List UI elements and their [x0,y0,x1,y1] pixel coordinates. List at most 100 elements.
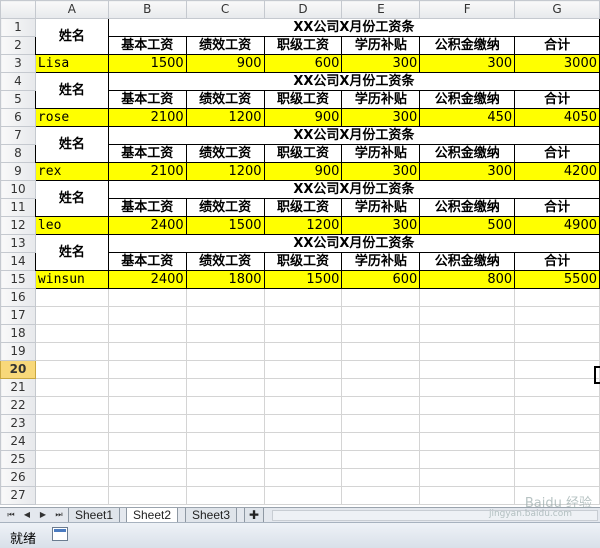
cell-table[interactable]: A B C D E F G 1 姓名 XX公司X月份工资条 2 基本工资 绩效工资 职级工资 学历补贴 公积金… [0,0,600,505]
salary-value-cell[interactable]: 900 [263,108,343,127]
row-header-8[interactable]: 8 [0,144,36,163]
row-header-21[interactable]: 21 [0,378,36,397]
empty-cell[interactable] [107,432,187,451]
first-sheet-button[interactable]: ⏮ [4,509,18,521]
column-label-cell[interactable]: 合计 [514,144,600,163]
employee-name-cell[interactable]: rose [34,108,109,127]
empty-cell[interactable] [263,360,343,379]
empty-cell[interactable] [263,342,343,361]
salary-value-cell[interactable]: 2400 [107,216,187,235]
row-header-13[interactable]: 13 [0,234,36,253]
salary-value-cell[interactable]: 4200 [514,162,600,181]
empty-cell[interactable] [185,396,265,415]
column-label-cell[interactable]: 职级工资 [263,198,343,217]
empty-cell[interactable] [263,306,343,325]
row-header-7[interactable]: 7 [0,126,36,145]
empty-cell[interactable] [185,360,265,379]
record-macro-icon[interactable] [52,527,68,541]
empty-cell[interactable] [107,288,187,307]
row-header-3[interactable]: 3 [0,54,36,73]
empty-cell[interactable] [263,468,343,487]
empty-cell[interactable] [107,378,187,397]
empty-cell[interactable] [107,360,187,379]
salary-value-cell[interactable]: 4900 [514,216,600,235]
empty-cell[interactable] [341,450,421,469]
empty-cell[interactable] [341,468,421,487]
empty-cell[interactable] [514,306,600,325]
column-header-F[interactable]: F [419,0,516,19]
salary-value-cell[interactable]: 1200 [185,162,265,181]
row-header-9[interactable]: 9 [0,162,36,181]
empty-cell[interactable] [419,306,516,325]
empty-cell[interactable] [419,468,516,487]
empty-cell[interactable] [514,360,600,379]
row-header-17[interactable]: 17 [0,306,36,325]
insert-sheet-icon[interactable]: ✚ [244,508,265,523]
tab-sheet2[interactable]: Sheet2 [126,508,179,523]
empty-cell[interactable] [263,414,343,433]
empty-cell[interactable] [341,306,421,325]
column-label-cell[interactable]: 基本工资 [107,144,187,163]
salary-value-cell[interactable]: 600 [341,270,421,289]
empty-cell[interactable] [107,468,187,487]
row-header-11[interactable]: 11 [0,198,36,217]
column-label-cell[interactable]: 公积金缴纳 [419,36,516,55]
salary-value-cell[interactable]: 600 [263,54,343,73]
empty-cell[interactable] [185,432,265,451]
row-header-1[interactable]: 1 [0,18,36,37]
empty-cell[interactable] [263,396,343,415]
salary-value-cell[interactable]: 3000 [514,54,600,73]
select-all-corner[interactable] [0,0,36,19]
column-label-cell[interactable]: 职级工资 [263,252,343,271]
column-label-cell[interactable]: 公积金缴纳 [419,90,516,109]
empty-cell[interactable] [419,396,516,415]
row-header-18[interactable]: 18 [0,324,36,343]
empty-cell[interactable] [341,378,421,397]
empty-cell[interactable] [341,288,421,307]
row-header-5[interactable]: 5 [0,90,36,109]
next-sheet-button[interactable]: ▶ [36,509,50,521]
empty-cell[interactable] [34,306,109,325]
empty-cell[interactable] [419,324,516,343]
column-label-cell[interactable]: 基本工资 [107,90,187,109]
empty-cell[interactable] [419,342,516,361]
empty-cell[interactable] [34,324,109,343]
column-label-cell[interactable]: 学历补贴 [341,198,421,217]
row-header-12[interactable]: 12 [0,216,36,235]
name-header-cell[interactable]: 姓名 [34,234,109,271]
column-label-cell[interactable]: 合计 [514,36,600,55]
column-label-cell[interactable]: 基本工资 [107,198,187,217]
empty-cell[interactable] [34,396,109,415]
empty-cell[interactable] [34,378,109,397]
empty-cell[interactable] [185,414,265,433]
column-label-cell[interactable]: 绩效工资 [185,36,265,55]
empty-cell[interactable] [341,486,421,505]
column-label-cell[interactable]: 基本工资 [107,36,187,55]
column-label-cell[interactable]: 职级工资 [263,90,343,109]
empty-cell[interactable] [341,324,421,343]
column-header-A[interactable]: A [34,0,109,19]
empty-cell[interactable] [419,360,516,379]
column-label-cell[interactable]: 绩效工资 [185,252,265,271]
salary-value-cell[interactable]: 800 [419,270,516,289]
name-header-cell[interactable]: 姓名 [34,180,109,217]
empty-cell[interactable] [34,342,109,361]
empty-cell[interactable] [34,450,109,469]
row-header-10[interactable]: 10 [0,180,36,199]
column-label-cell[interactable]: 公积金缴纳 [419,144,516,163]
empty-cell[interactable] [263,486,343,505]
name-header-cell[interactable]: 姓名 [34,18,109,55]
empty-cell[interactable] [185,378,265,397]
salary-value-cell[interactable]: 300 [341,108,421,127]
column-label-cell[interactable]: 绩效工资 [185,90,265,109]
column-label-cell[interactable]: 学历补贴 [341,252,421,271]
empty-cell[interactable] [341,432,421,451]
empty-cell[interactable] [185,324,265,343]
salary-value-cell[interactable]: 1500 [185,216,265,235]
salary-value-cell[interactable]: 1200 [185,108,265,127]
row-header-20[interactable]: 20 [0,360,36,379]
column-label-cell[interactable]: 学历补贴 [341,36,421,55]
empty-cell[interactable] [263,324,343,343]
empty-cell[interactable] [514,450,600,469]
column-label-cell[interactable]: 公积金缴纳 [419,198,516,217]
